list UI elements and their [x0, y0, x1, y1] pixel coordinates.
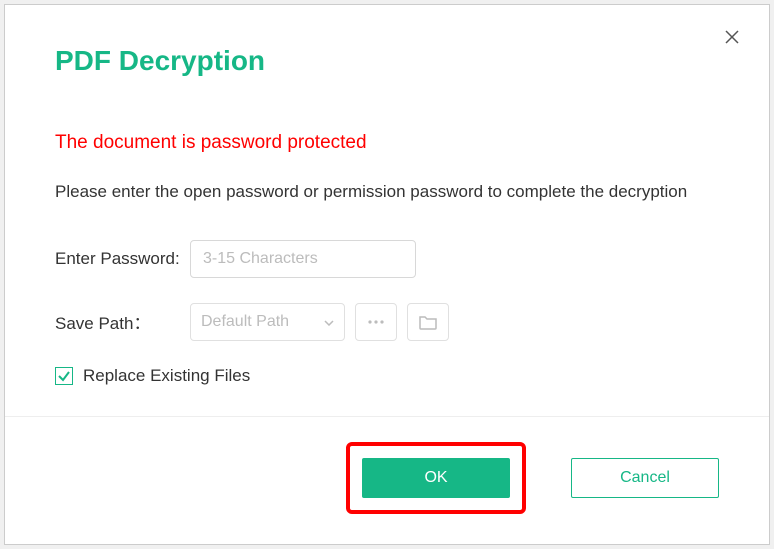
pdf-decryption-dialog: PDF Decryption The document is password …: [4, 4, 770, 545]
save-path-value: Default Path: [201, 313, 289, 331]
replace-files-checkbox[interactable]: [55, 367, 73, 385]
more-options-button[interactable]: [355, 303, 397, 341]
close-button[interactable]: [720, 25, 744, 49]
replace-files-row: Replace Existing Files: [55, 366, 719, 386]
ok-button[interactable]: OK: [362, 458, 510, 498]
folder-icon: [418, 312, 438, 332]
chevron-down-icon: [324, 313, 334, 331]
password-row: Enter Password:: [55, 240, 719, 278]
browse-folder-button[interactable]: [407, 303, 449, 341]
password-label: Enter Password:: [55, 249, 190, 269]
ok-highlight: OK: [346, 442, 526, 514]
warning-text: The document is password protected: [55, 132, 719, 154]
save-path-row: Save Path： Default Path: [55, 303, 719, 341]
ellipsis-icon: [366, 312, 386, 332]
check-icon: [57, 369, 71, 383]
instruction-text: Please enter the open password or permis…: [55, 179, 719, 205]
close-icon: [724, 29, 740, 45]
cancel-button[interactable]: Cancel: [571, 458, 719, 498]
save-path-label: Save Path：: [55, 309, 190, 334]
replace-files-label: Replace Existing Files: [83, 366, 250, 386]
password-input[interactable]: [190, 240, 416, 278]
dialog-footer: OK Cancel: [55, 442, 719, 514]
dialog-title: PDF Decryption: [55, 45, 719, 77]
save-path-dropdown[interactable]: Default Path: [190, 303, 345, 341]
divider: [5, 416, 769, 417]
